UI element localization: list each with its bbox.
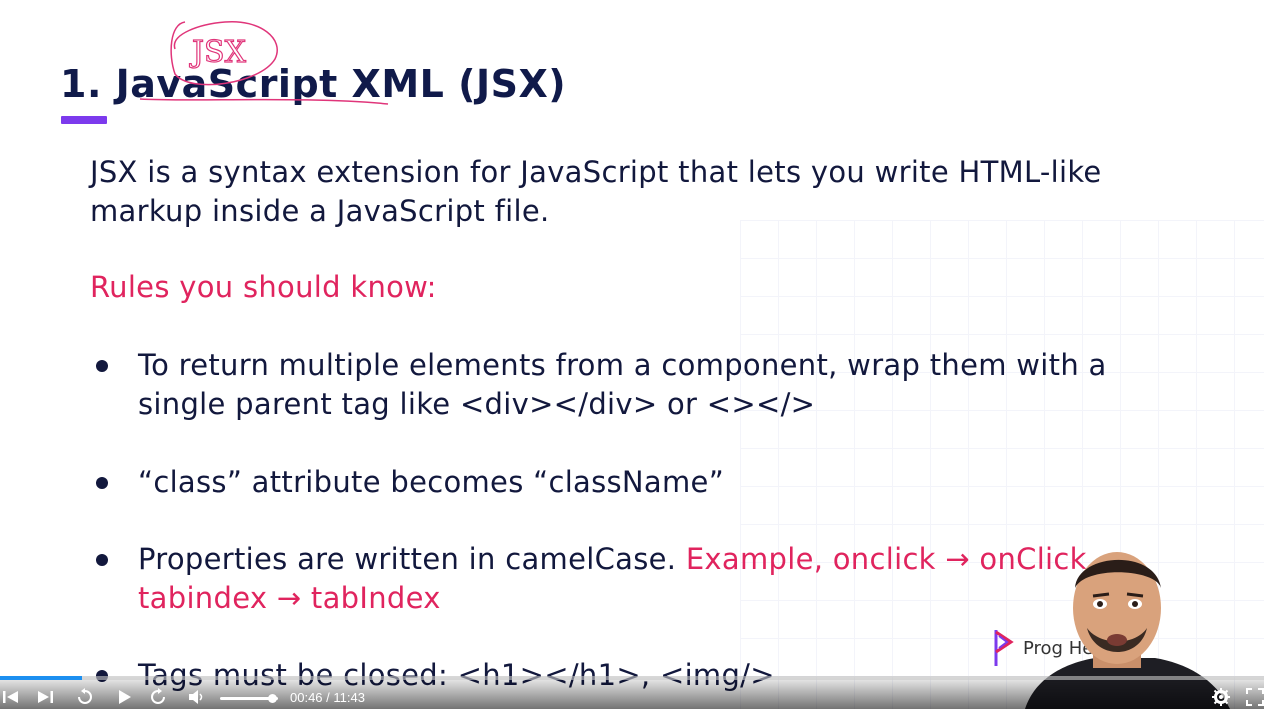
rule-item: “class” attribute becomes “className”	[96, 463, 1176, 502]
fast-forward-icon	[151, 688, 165, 704]
bullet-icon	[96, 554, 108, 566]
rule-text: To return multiple elements from a compo…	[138, 348, 1107, 421]
progress-track[interactable]	[0, 676, 1264, 680]
fullscreen-icon	[1246, 688, 1264, 706]
play-button[interactable]	[113, 686, 135, 708]
handwritten-jsx-text: JSX	[189, 35, 247, 70]
rule-text: Properties are written in camelCase.	[138, 542, 686, 576]
fullscreen-button[interactable]	[1244, 686, 1264, 708]
bullet-icon	[96, 360, 108, 372]
skip-forward-button[interactable]	[34, 686, 56, 708]
skip-forward-icon	[38, 691, 53, 703]
settings-icon	[1212, 688, 1230, 706]
play-icon	[119, 690, 131, 704]
volume-button[interactable]	[185, 686, 207, 708]
fast-forward-button[interactable]	[147, 686, 169, 708]
skip-back-button[interactable]	[0, 686, 22, 708]
title-accent-bar	[61, 116, 107, 124]
time-display: 00:46 / 11:43	[290, 690, 365, 705]
rule-item: To return multiple elements from a compo…	[96, 346, 1176, 424]
handwritten-annotation: JSX	[139, 21, 389, 105]
video-frame: 1. JavaScript XML (JSX) JSX JSX is a syn…	[0, 0, 1264, 709]
rule-text: “class” attribute becomes “className”	[138, 465, 725, 499]
intro-paragraph: JSX is a syntax extension for JavaScript…	[90, 155, 1102, 228]
volume-icon	[189, 690, 203, 704]
rewind-icon	[78, 688, 92, 704]
rules-heading: Rules you should know:	[90, 270, 437, 304]
rewind-button[interactable]	[74, 686, 96, 708]
progress-fill	[0, 676, 83, 680]
settings-button[interactable]	[1210, 686, 1232, 708]
bullet-icon	[96, 477, 108, 489]
skip-back-icon	[3, 691, 18, 703]
